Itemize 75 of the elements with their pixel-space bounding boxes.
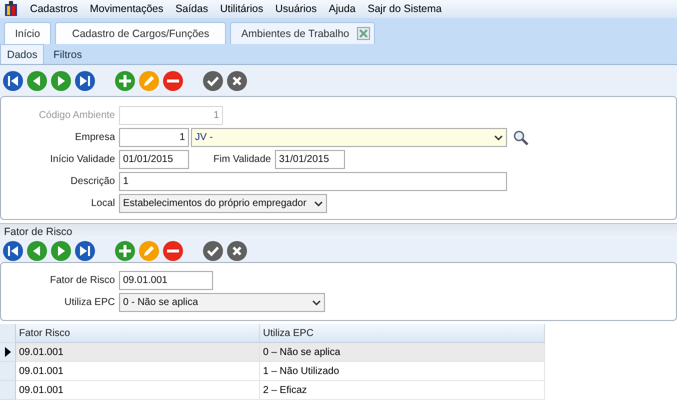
delete-button[interactable]	[163, 240, 183, 260]
field-label: Fim Validade	[212, 154, 272, 165]
previous-button[interactable]	[27, 70, 47, 90]
field-label: Utiliza EPC	[63, 297, 116, 308]
dropdown-field[interactable]: 0 - Não se aplica	[119, 293, 325, 312]
dropdown-field[interactable]: Estabelecimentos do próprio empregador	[119, 194, 327, 213]
tab[interactable]: Dados	[0, 44, 44, 64]
dropdown-caret-icon	[314, 200, 323, 206]
table-cell: 2 – Eficaz	[260, 381, 545, 400]
table-cell: 09.01.001	[16, 343, 260, 362]
tab[interactable]: Filtros	[46, 44, 89, 64]
row-indicator[interactable]	[0, 343, 16, 362]
menu-item[interactable]: Movimentações	[90, 3, 164, 15]
last-record-button[interactable]	[75, 70, 95, 90]
field-label: Empresa	[74, 132, 116, 143]
table-cell: 09.01.001	[16, 362, 260, 381]
back-icon	[27, 70, 47, 90]
dropdown-field[interactable]: JV -	[191, 128, 507, 147]
search-icon[interactable]	[513, 130, 529, 146]
input-field[interactable]: 09.01.001	[119, 271, 213, 290]
menu-item[interactable]: Utilitários	[220, 3, 264, 15]
pencil-icon	[139, 70, 159, 90]
dropdown-caret-icon	[494, 134, 503, 140]
table-cell: 1 – Não Utilizado	[260, 362, 545, 381]
field-label: Início Validade	[49, 154, 116, 165]
dropdown-caret-icon	[312, 300, 321, 306]
first-record-button[interactable]	[3, 70, 23, 90]
add-button[interactable]	[115, 240, 135, 260]
tab[interactable]: Cadastro de Cargos/Funções	[55, 22, 226, 44]
tab-label: Início	[15, 28, 40, 40]
tab-label: Ambientes de Trabalho	[241, 28, 350, 40]
next-button[interactable]	[51, 240, 71, 260]
menu-item[interactable]: Cadastros	[30, 3, 78, 15]
add-button[interactable]	[115, 70, 135, 90]
close-icon	[227, 70, 247, 90]
minus-icon	[163, 70, 183, 90]
skip-back-icon	[3, 70, 23, 90]
input-field[interactable]: 1	[119, 128, 189, 147]
menu-item[interactable]: Sajr do Sistema	[368, 3, 442, 15]
play-icon	[51, 70, 71, 90]
cancel-button[interactable]	[227, 240, 247, 260]
close-icon	[359, 29, 368, 38]
tab[interactable]: Início	[4, 22, 52, 44]
plus-icon	[115, 70, 135, 90]
tab-label: Cadastro de Cargos/Funções	[72, 28, 210, 40]
section-title: Fator de Risco	[0, 223, 677, 239]
header-corner	[0, 324, 16, 343]
confirm-button[interactable]	[203, 70, 223, 90]
column-header: Fator Risco	[16, 324, 260, 343]
first-record-button[interactable]	[3, 240, 23, 260]
current-row-icon	[4, 347, 10, 357]
field-label: Fator de Risco	[48, 275, 116, 286]
delete-button[interactable]	[163, 70, 183, 90]
confirm-button[interactable]	[203, 240, 223, 260]
column-header: Utiliza EPC	[260, 324, 545, 343]
cancel-button[interactable]	[227, 70, 247, 90]
tab[interactable]: Ambientes de Trabalho	[230, 22, 376, 44]
table-cell: 09.01.001	[16, 381, 260, 400]
input-field[interactable]: 01/01/2015	[119, 150, 189, 169]
input-field[interactable]: 31/01/2015	[275, 150, 345, 169]
menu-item[interactable]: Saídas	[175, 3, 208, 15]
next-button[interactable]	[51, 70, 71, 90]
menu-item[interactable]: Usuários	[275, 3, 317, 15]
skip-forward-icon	[75, 70, 95, 90]
app-logo-icon	[4, 1, 18, 17]
menu-item[interactable]: Ajuda	[328, 3, 356, 15]
input-field[interactable]: 1	[119, 172, 507, 191]
previous-button[interactable]	[27, 240, 47, 260]
table-cell: 0 – Não se aplica	[260, 343, 545, 362]
field-label: Descrição	[70, 176, 116, 187]
close-button[interactable]	[357, 27, 370, 40]
check-icon	[203, 70, 223, 90]
last-record-button[interactable]	[75, 240, 95, 260]
field-label: Local	[90, 198, 116, 209]
field-label: Código Ambiente	[38, 110, 116, 121]
